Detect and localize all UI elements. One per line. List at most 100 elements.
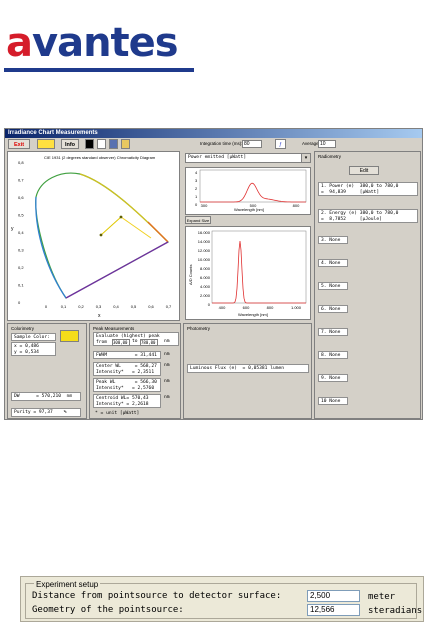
irradiance-window: Irradiance Chart Measurements Exit Info … (4, 128, 423, 420)
big-x-tick: 1.000 (291, 305, 302, 310)
geometry-label: Geometry of the pointsource: (32, 605, 184, 615)
small-y-tick: 1 (195, 194, 198, 199)
peak-to-input[interactable]: 780,00 (140, 339, 158, 346)
auto-scale-icon[interactable]: ƒ (275, 139, 286, 149)
center-wl-value: Center WL = 568,27 Intensity* = 2,3511 (93, 362, 161, 376)
big-chart-svg: 16.000 14.000 12.000 10.000 8.000 6.000 4.000 2… (198, 230, 307, 310)
distance-input[interactable]: 2,500 (307, 590, 360, 602)
cie-y-tick: 0,1 (18, 283, 24, 288)
distance-unit: meter (368, 592, 396, 602)
cie-x-tick: 0,6 (148, 304, 154, 309)
dominant-wavelength: DW = 570,210 nm (11, 392, 81, 401)
peak-title: Peak Measurements (93, 326, 135, 331)
fwhm-nm: nm (164, 352, 170, 357)
white-square-icon[interactable] (97, 139, 106, 149)
small-y-tick: 3 (195, 178, 198, 183)
purity: Purity = 97,37 % (11, 408, 81, 417)
photometry-panel: Photometry Luminous Flux (e) = 0,05381 l… (183, 323, 312, 419)
big-y-tick: 4.000 (200, 284, 211, 289)
peak-wl-value: Peak WL = 566,30 Intensity* = 2,5760 (93, 378, 161, 392)
cie-y-tick: 0,3 (18, 248, 24, 253)
black-square-icon[interactable] (85, 139, 94, 149)
power-select-value: Power emitted [µWatt] (188, 155, 247, 160)
radiometry-item-4: 4. None (318, 259, 348, 267)
small-spectrum-chart: 4 3 2 1 0 300 500 800 Wavelength [nm] (185, 167, 311, 215)
save-icon[interactable] (109, 139, 118, 149)
radiometry-title: Radiometry (318, 154, 342, 159)
open-folder-icon[interactable] (121, 139, 130, 149)
toolbar: Exit Info Integration time (ms): 80 ƒ Av… (5, 138, 422, 150)
radiometry-item-3: 3. None (318, 236, 348, 244)
big-x-tick: 400 (219, 305, 226, 310)
big-chart-xlabel: Wavelength [nm] (238, 312, 268, 317)
radiometry-item-5: 5. None (318, 282, 348, 290)
radiometry-item-8: 8. None (318, 351, 348, 359)
cie-y-tick: 0,7 (18, 178, 24, 183)
peak-from-input[interactable]: 300,00 (112, 339, 130, 346)
distance-label: Distance from pointsource to detector su… (32, 591, 282, 601)
info-button[interactable]: Info (61, 139, 79, 149)
small-x-tick: 800 (293, 203, 300, 208)
geometry-input[interactable]: 12,566 (307, 604, 360, 616)
cie-diagram: 0,8 0,7 0,6 0,5 0,4 0,3 0,2 0,1 0 0 0,1 0,2 0,3 0,4 0,… (18, 160, 172, 309)
chevron-down-icon[interactable]: ▾ (301, 154, 310, 162)
radiometry-item-6: 6. None (318, 305, 348, 313)
cie-x-label: x (98, 313, 101, 319)
cie-y-label: y (11, 226, 14, 232)
peak-to-label: to (132, 339, 138, 344)
radiometry-item-9: 9. None (318, 374, 348, 382)
xy-values: x = 0,486 y = 0,534 (11, 342, 56, 356)
exit-button[interactable]: Exit (8, 139, 30, 149)
edit-button[interactable]: Edit (349, 166, 379, 175)
cie-x-tick: 0,7 (166, 304, 172, 309)
photometry-title: Photometry (187, 326, 211, 331)
radiometry-item-10: 10 None (318, 397, 348, 405)
average-input[interactable]: 10 (318, 140, 336, 148)
luminous-flux: Luminous Flux (e) = 0,05381 lumen (187, 364, 309, 373)
logo-underline (4, 68, 194, 72)
cie-x-tick: 0,5 (131, 304, 137, 309)
cie-x-tick: 0,2 (78, 304, 84, 309)
cie-y-tick: 0 (18, 300, 21, 305)
cie-y-tick: 0,6 (18, 195, 24, 200)
cie-x-tick: 0,4 (113, 304, 119, 309)
small-x-tick: 300 (201, 203, 208, 208)
experiment-setup-panel: Experiment setup Distance from pointsour… (20, 576, 424, 622)
experiment-setup-legend: Experiment setup (34, 580, 101, 589)
cie-y-tick: 0,8 (18, 160, 24, 165)
unit-footnote: * = unit [µWatt] (95, 411, 140, 416)
fwhm-value: FWHM = 31,441 (93, 351, 161, 359)
peak-panel: Peak Measurements Evaluate (highest) pea… (89, 323, 181, 419)
big-y-tick: 2.000 (200, 293, 211, 298)
sample-color-swatch (60, 330, 79, 342)
expand-size-button[interactable]: Expand Size (185, 216, 211, 224)
cie-x-tick: 0,1 (61, 304, 67, 309)
centroid-nm: nm (164, 395, 170, 400)
big-y-tick: 8.000 (200, 266, 211, 271)
center-nm: nm (164, 363, 170, 368)
radiometry-panel: Radiometry Edit 1. Power (e) 380,0 to 78… (314, 151, 421, 419)
cie-x-tick: 0,3 (96, 304, 102, 309)
sample-color-label: Sample Color: (11, 333, 56, 341)
big-y-tick: 16.000 (198, 230, 211, 235)
color-button[interactable] (37, 139, 55, 149)
big-y-tick: 0 (208, 302, 211, 307)
big-y-tick: 12.000 (198, 248, 211, 253)
small-y-tick: 2 (195, 186, 198, 191)
cie-y-tick: 0,2 (18, 265, 24, 270)
power-emitted-select[interactable]: Power emitted [µWatt] ▾ (185, 153, 311, 163)
logo-text-accent: a (6, 20, 33, 66)
big-chart-ylabel: A/D Counts (188, 264, 193, 285)
big-y-tick: 14.000 (198, 239, 211, 244)
integration-time-label: Integration time (ms): (200, 141, 243, 146)
peak-nm-label: nm (164, 339, 170, 344)
avantes-logo: avantes (4, 20, 204, 74)
centroid-wl-value: Centroid WL= 570,43 Intensity* = 2,2618 (93, 394, 161, 408)
window-titlebar: Irradiance Chart Measurements (5, 129, 422, 138)
cie-y-tick: 0,5 (18, 213, 24, 218)
big-x-tick: 800 (267, 305, 274, 310)
geometry-unit: steradians (368, 606, 423, 616)
integration-time-input[interactable]: 80 (242, 140, 262, 148)
radiometry-item-1: 1. Power (e) 380,0 to 780,0 = 94,839 [µW… (318, 182, 418, 196)
small-y-tick: 4 (195, 170, 198, 175)
